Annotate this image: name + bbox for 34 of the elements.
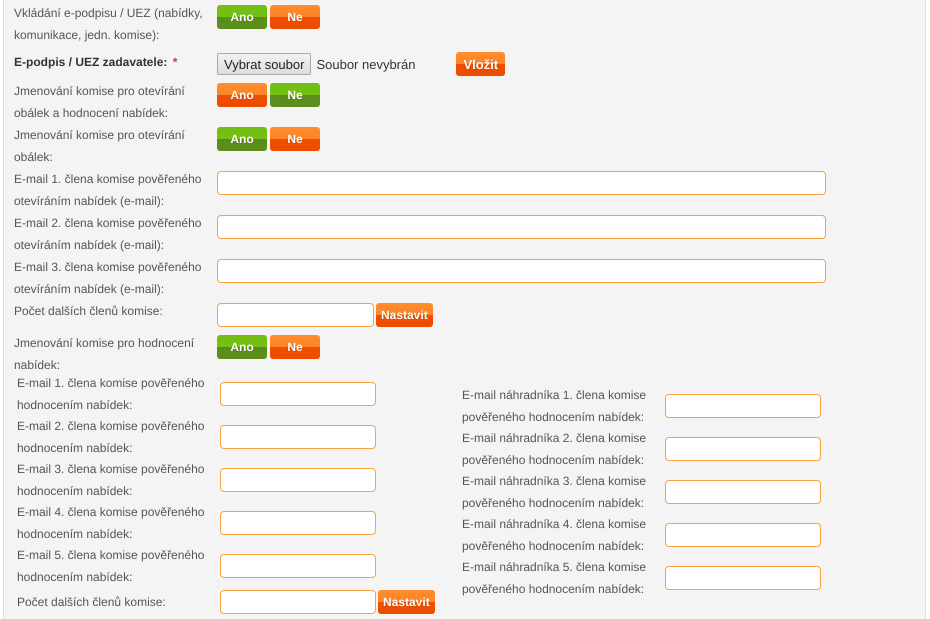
insert-button[interactable]: Vložit xyxy=(456,52,506,76)
field-label: Jmenování komise pro otevírání obálek a hodnocení nabídek: xyxy=(14,83,186,122)
field-label: E-mail 4. člena komise pověřeného hodnocením nabídek: xyxy=(17,504,206,542)
field-label: E-mail 1. člena komise pověřeného hodnocením nabídek: xyxy=(17,374,206,414)
field-label: E-mail 5. člena komise pověřeného hodnocením nabídek: xyxy=(17,546,206,586)
field-label: Počet dalších členů komise: xyxy=(17,594,167,611)
field-label: Jmenování komise pro otevírání obálek: xyxy=(14,127,186,166)
field-label: Jmenování komise pro hodnocení nabídek: xyxy=(14,335,196,374)
field-label: E-mail 3. člena komise pověřeného otevíráním nabídek (e-mail): xyxy=(14,259,202,298)
toggle-button[interactable]: Ne xyxy=(270,335,320,359)
toggle-button[interactable]: Ano xyxy=(217,5,267,29)
field-label: E-mail 1. člena komise pověřeného otevíráním nabídek (e-mail): xyxy=(14,171,202,210)
field-label: E-mail 3. člena komise pověřeného hodnocením nabídek: xyxy=(17,460,206,500)
field-label: E-mail 2. člena komise pověřeného hodnocením nabídek: xyxy=(17,418,206,456)
set-button[interactable]: Nastavit xyxy=(378,590,435,614)
field-label: E-mail náhradníka 3. člena komise pověřeného hodnocením nabídek: xyxy=(462,472,648,512)
file-status: Soubor nevybrán xyxy=(316,56,416,72)
field-label: E-mail náhradníka 5. člena komise pověřeného hodnocením nabídek: xyxy=(462,558,648,598)
toggle-button[interactable]: Ano xyxy=(217,83,267,107)
field-label: E-mail náhradníka 1. člena komise pověřeného hodnocením nabídek: xyxy=(462,386,648,426)
field-label: Počet dalších členů komise: xyxy=(14,303,164,320)
field-label: E-mail náhradníka 2. člena komise pověřeného hodnocením nabídek: xyxy=(462,430,648,468)
toggle-button[interactable]: Ne xyxy=(270,83,320,107)
toggle-button[interactable]: Ne xyxy=(270,5,320,29)
toggle-button[interactable]: Ano xyxy=(217,335,267,359)
field-label: E-podpis / UEZ zadavatele: xyxy=(14,55,168,69)
toggle-button[interactable]: Ano xyxy=(217,127,267,151)
choose-file-button[interactable]: Vybrat soubor xyxy=(217,53,312,75)
field-label: E-mail náhradníka 4. člena komise pověřeného hodnocením nabídek: xyxy=(462,516,648,554)
set-button[interactable]: Nastavit xyxy=(376,303,433,327)
field-label: Vkládání e-podpisu / UEZ (nabídky, komunikace, jedn. komise): xyxy=(14,5,204,44)
required-mark: * xyxy=(172,55,178,69)
toggle-button[interactable]: Ne xyxy=(270,127,320,151)
field-label: E-mail 2. člena komise pověřeného otevíráním nabídek (e-mail): xyxy=(14,215,202,254)
